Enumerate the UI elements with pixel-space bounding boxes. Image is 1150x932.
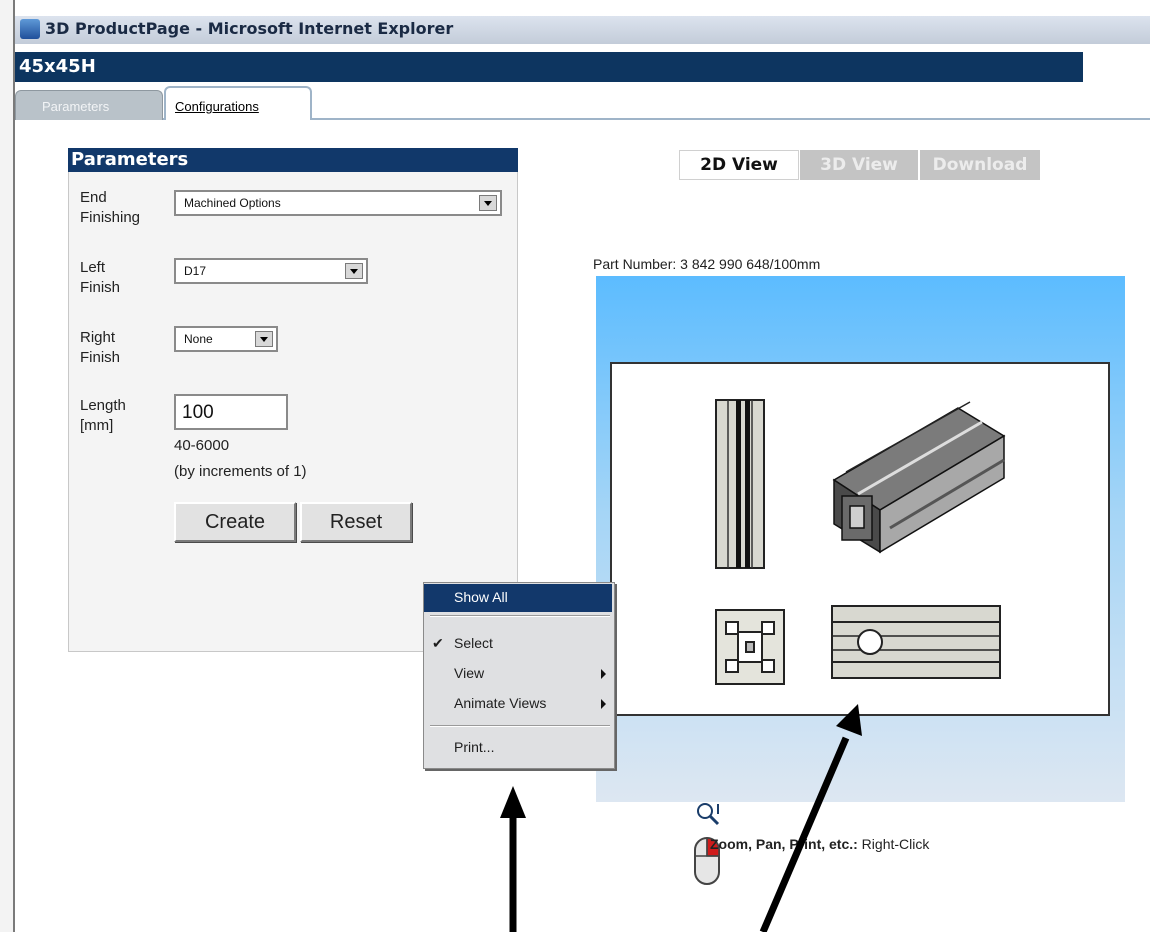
annotation-arrows [500,704,862,932]
arrow-to-context-menu [500,786,526,932]
arrow-to-drawing [759,704,862,932]
